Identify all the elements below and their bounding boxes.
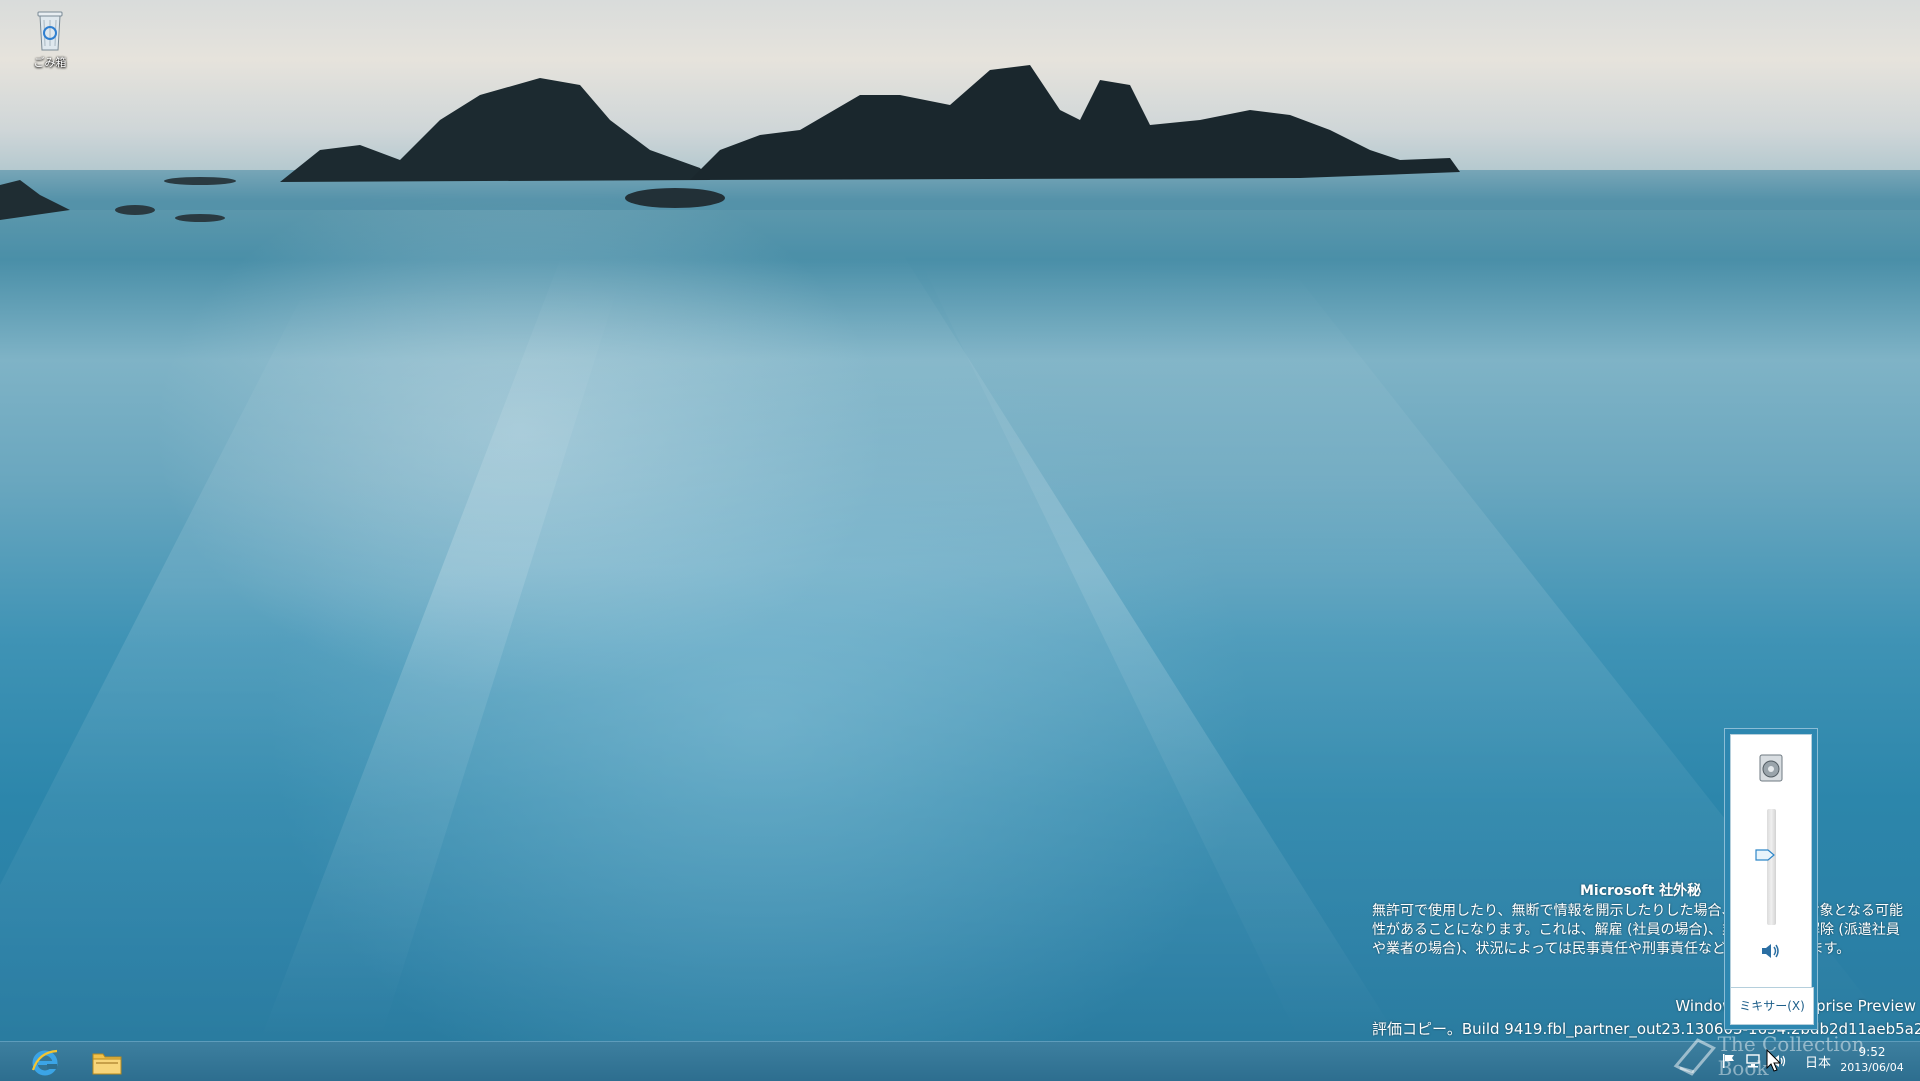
folder-icon xyxy=(92,1053,122,1075)
taskbar-file-explorer[interactable] xyxy=(78,1044,136,1080)
desktop[interactable]: ごみ箱 Microsoft 社外秘 無許可で使用したり、無断で情報を開示したりし… xyxy=(0,0,1920,1041)
speaker-icon[interactable] xyxy=(1759,942,1781,960)
book-logo-icon xyxy=(1673,1038,1716,1076)
desktop-icon-label: ごみ箱 xyxy=(33,56,67,69)
volume-slider[interactable] xyxy=(1767,809,1776,925)
volume-flyout: ミキサー(X) xyxy=(1724,728,1818,1030)
confidential-notice: 無許可で使用したり、無断で情報を開示したりした場合、懲戒処分の対象となる可能性が… xyxy=(1372,903,1904,957)
confidential-title: Microsoft 社外秘 xyxy=(1580,883,1702,899)
collection-watermark-text: The Collection Book xyxy=(1717,1032,1865,1080)
mouse-cursor-icon xyxy=(1766,1049,1782,1072)
volume-panel xyxy=(1730,734,1812,988)
desktop-icon-recycle-bin[interactable]: ごみ箱 xyxy=(22,6,78,76)
ie-icon xyxy=(31,1049,58,1076)
taskbar-internet-explorer[interactable] xyxy=(16,1044,74,1080)
mixer-link[interactable]: ミキサー(X) xyxy=(1730,987,1814,1025)
taskbar: 日本 9:52 2013/06/04 xyxy=(0,1041,1920,1081)
recycle-bin-icon xyxy=(37,11,63,51)
volume-slider-thumb[interactable] xyxy=(1755,848,1775,861)
speaker-device-icon[interactable] xyxy=(1757,753,1785,783)
collection-watermark: The Collection Book xyxy=(1672,1032,1920,1080)
